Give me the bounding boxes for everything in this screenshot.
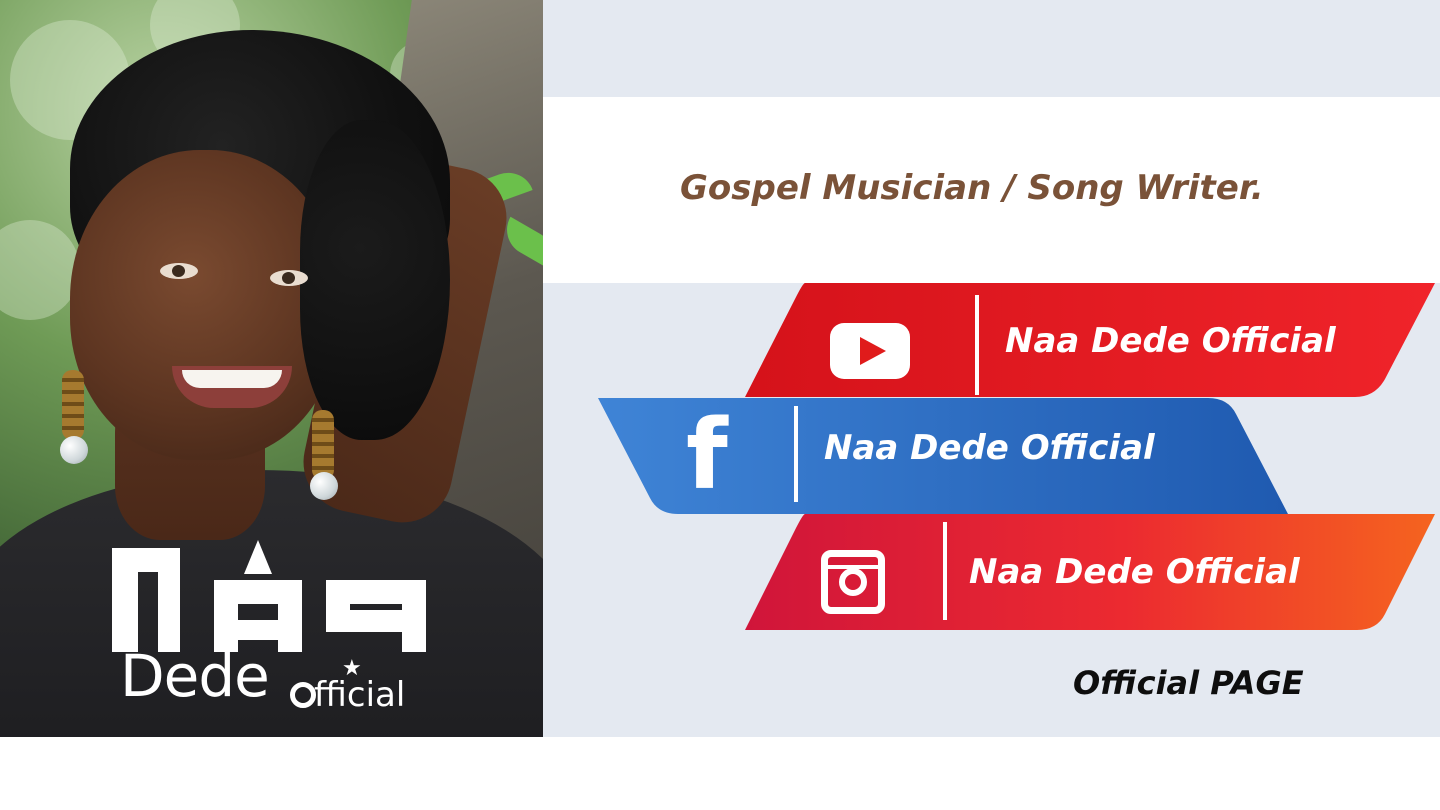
- youtube-icon: [830, 323, 910, 379]
- instagram-banner[interactable]: Naa Dede Official: [745, 514, 1435, 630]
- facebook-label: Naa Dede Official: [824, 428, 1155, 468]
- facebook-icon: f: [686, 399, 728, 511]
- banner: Dede fficial ★ Gospel Musician / Song Wr…: [0, 0, 1440, 737]
- bottom-strip: [0, 737, 1440, 810]
- official-logo-text: fficial: [290, 678, 405, 712]
- youtube-label: Naa Dede Official: [1005, 321, 1336, 361]
- instagram-icon: [821, 550, 885, 614]
- official-page-label: Official PAGE: [1073, 664, 1304, 702]
- facebook-banner[interactable]: f Naa Dede Official: [598, 398, 1288, 514]
- instagram-label: Naa Dede Official: [969, 552, 1300, 592]
- youtube-banner[interactable]: Naa Dede Official: [745, 283, 1435, 397]
- naa-logo: [112, 540, 426, 652]
- artist-photo: Dede fficial ★: [0, 0, 543, 737]
- tagline: Gospel Musician / Song Writer.: [680, 168, 1264, 208]
- star-icon: ★: [342, 656, 362, 681]
- dede-logo-text: Dede: [120, 642, 270, 710]
